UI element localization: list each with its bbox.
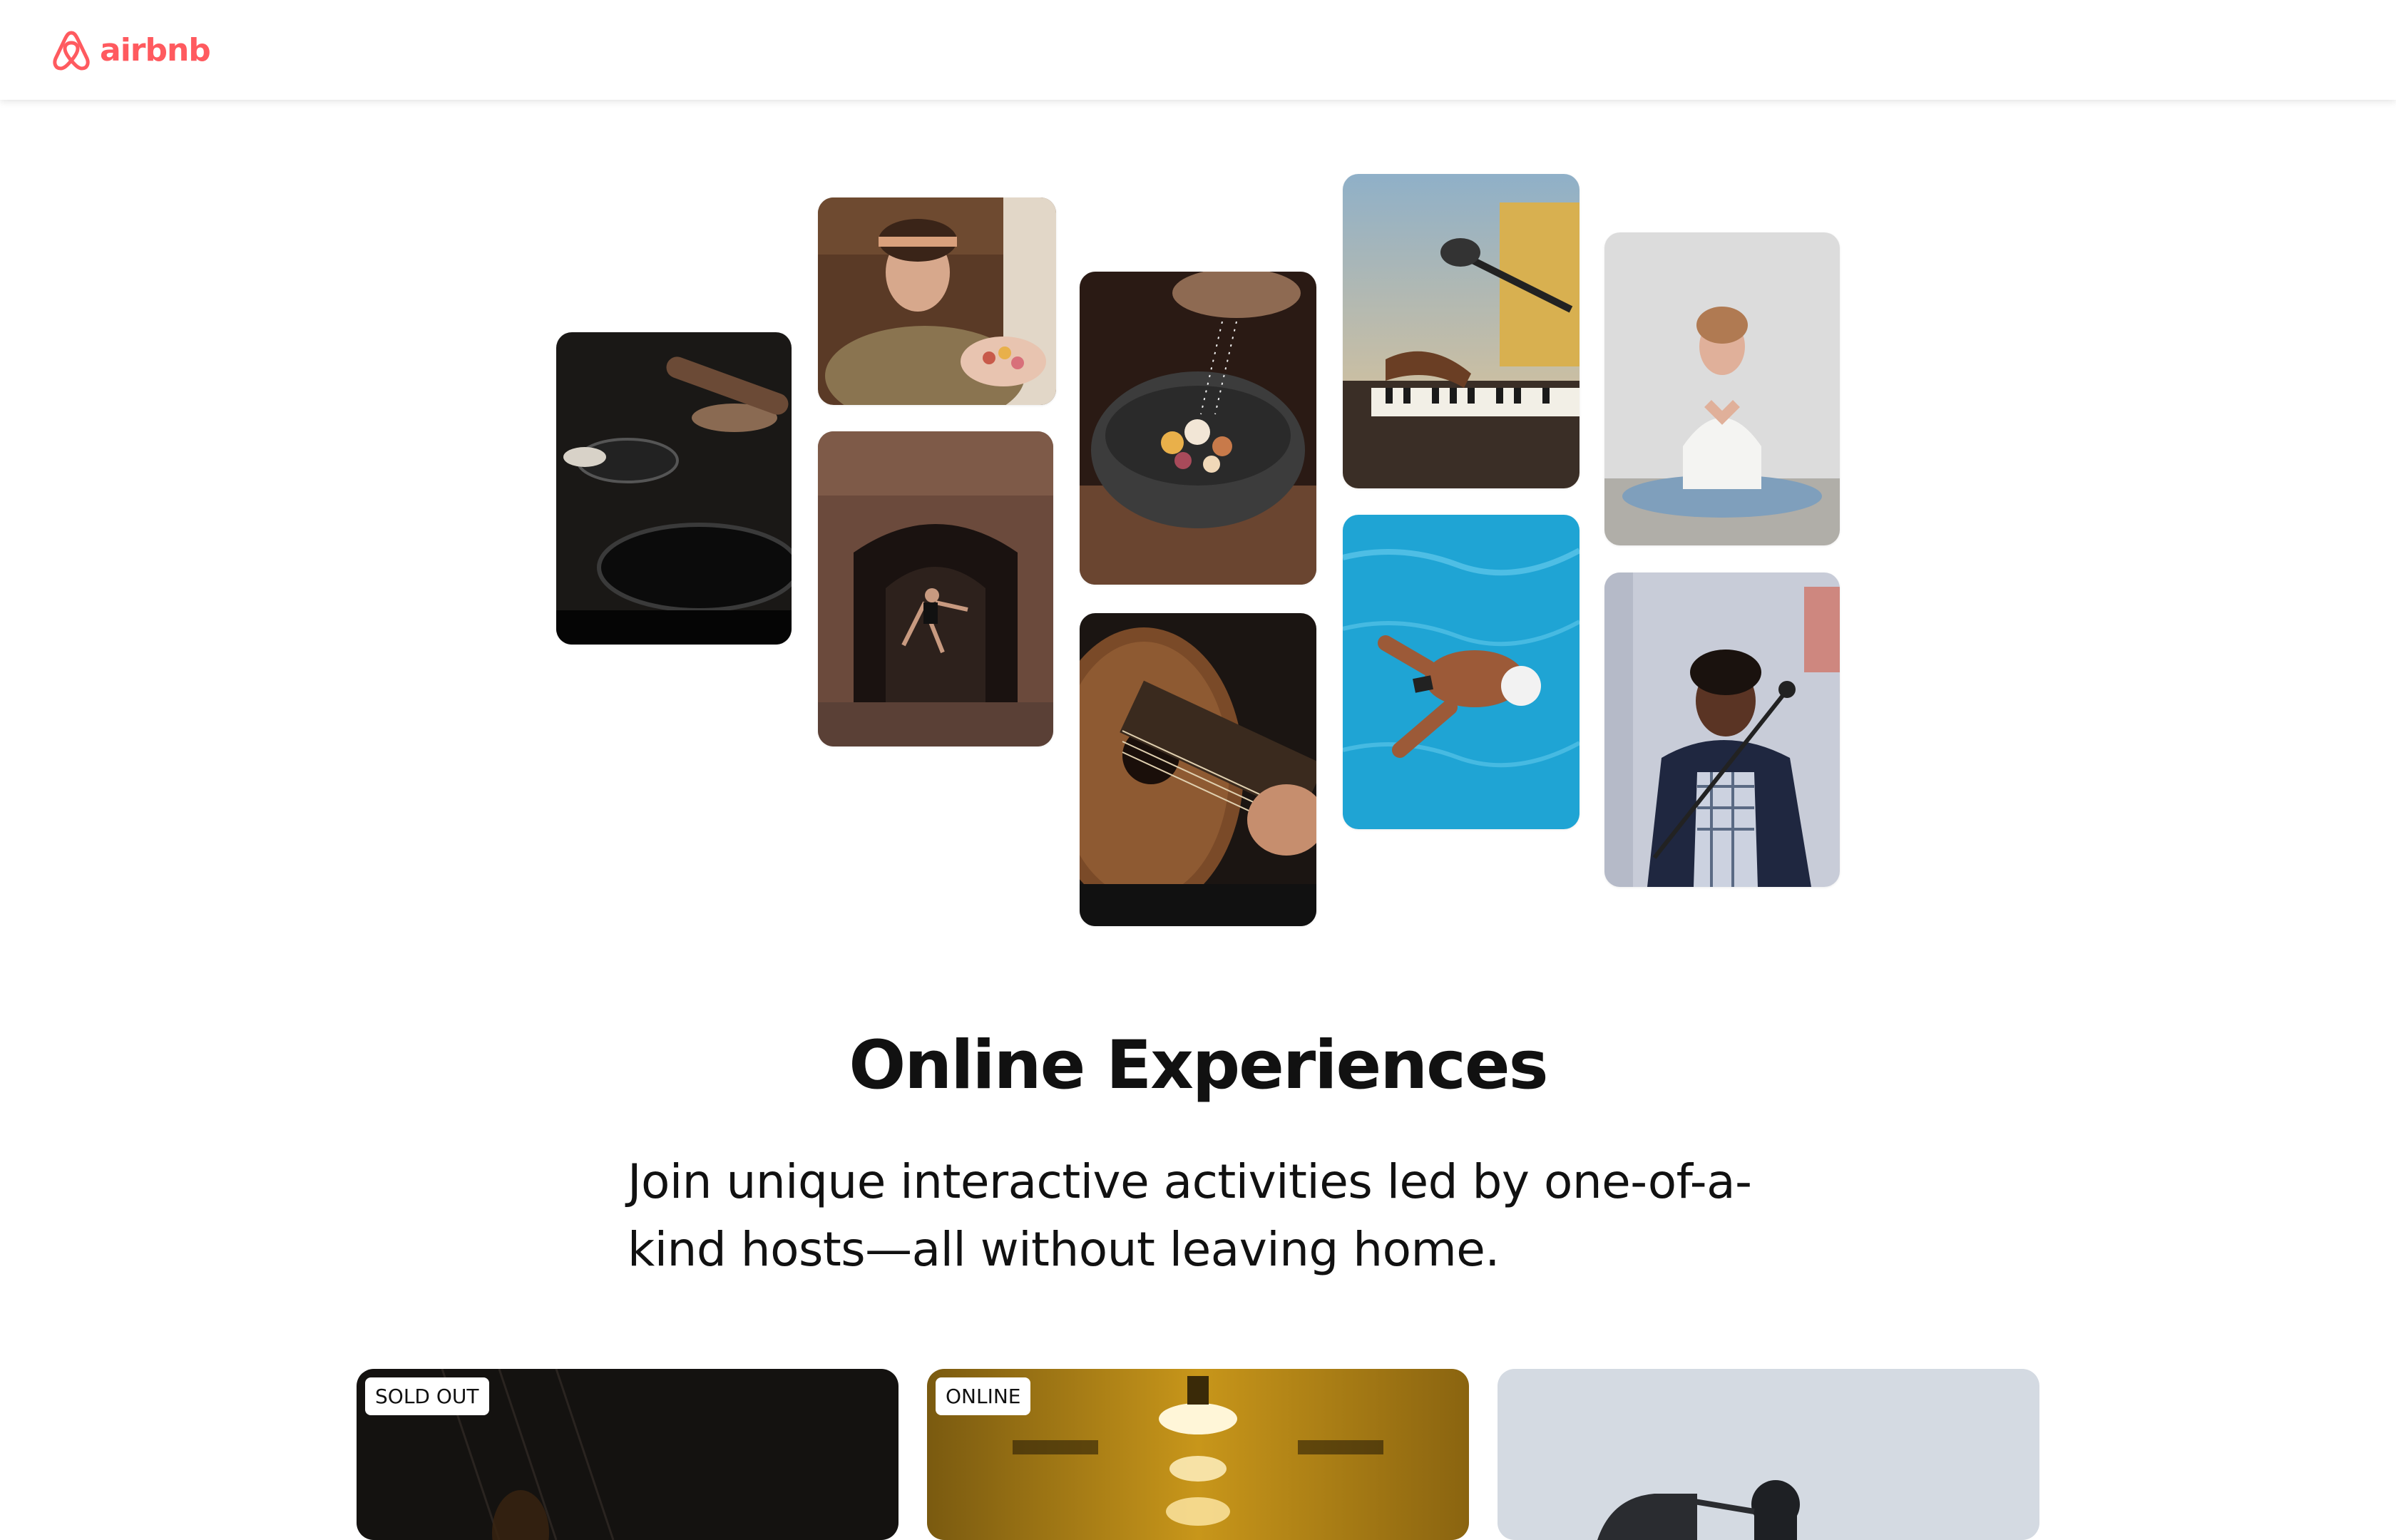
subtitle-line-1: Join unique interactive activities led b…	[628, 1154, 1752, 1209]
experience-card-1[interactable]: SOLD OUT	[357, 1369, 898, 1540]
online-badge: ONLINE	[936, 1377, 1031, 1415]
experience-card-2[interactable]: ONLINE	[927, 1369, 1469, 1540]
yoga-photo	[1604, 232, 1840, 545]
guitar-photo	[1080, 613, 1316, 926]
dance-photo	[818, 431, 1053, 746]
experience-card-3-image	[1498, 1369, 2039, 1540]
page-subtitle: Join unique interactive activities led b…	[628, 1148, 1797, 1283]
experience-card-3[interactable]	[1498, 1369, 2039, 1540]
swimming-photo	[1343, 515, 1580, 829]
airbnb-logo-icon	[53, 31, 90, 71]
subtitle-line-2: kind hosts—all without leaving home.	[628, 1222, 1500, 1277]
piano-photo	[1343, 174, 1580, 488]
brand-name: airbnb	[100, 31, 211, 68]
page-title: Online Experiences	[849, 1027, 1548, 1104]
baking-photo	[818, 197, 1056, 405]
sold-out-badge: SOLD OUT	[365, 1377, 489, 1415]
singing-photo	[1604, 573, 1840, 887]
food-photo	[1080, 272, 1316, 585]
hero-photo-collage	[0, 0, 2396, 941]
airbnb-logo-link[interactable]: airbnb	[50, 27, 211, 73]
top-navbar: airbnb	[0, 0, 2396, 100]
cooking-photo	[556, 332, 792, 645]
